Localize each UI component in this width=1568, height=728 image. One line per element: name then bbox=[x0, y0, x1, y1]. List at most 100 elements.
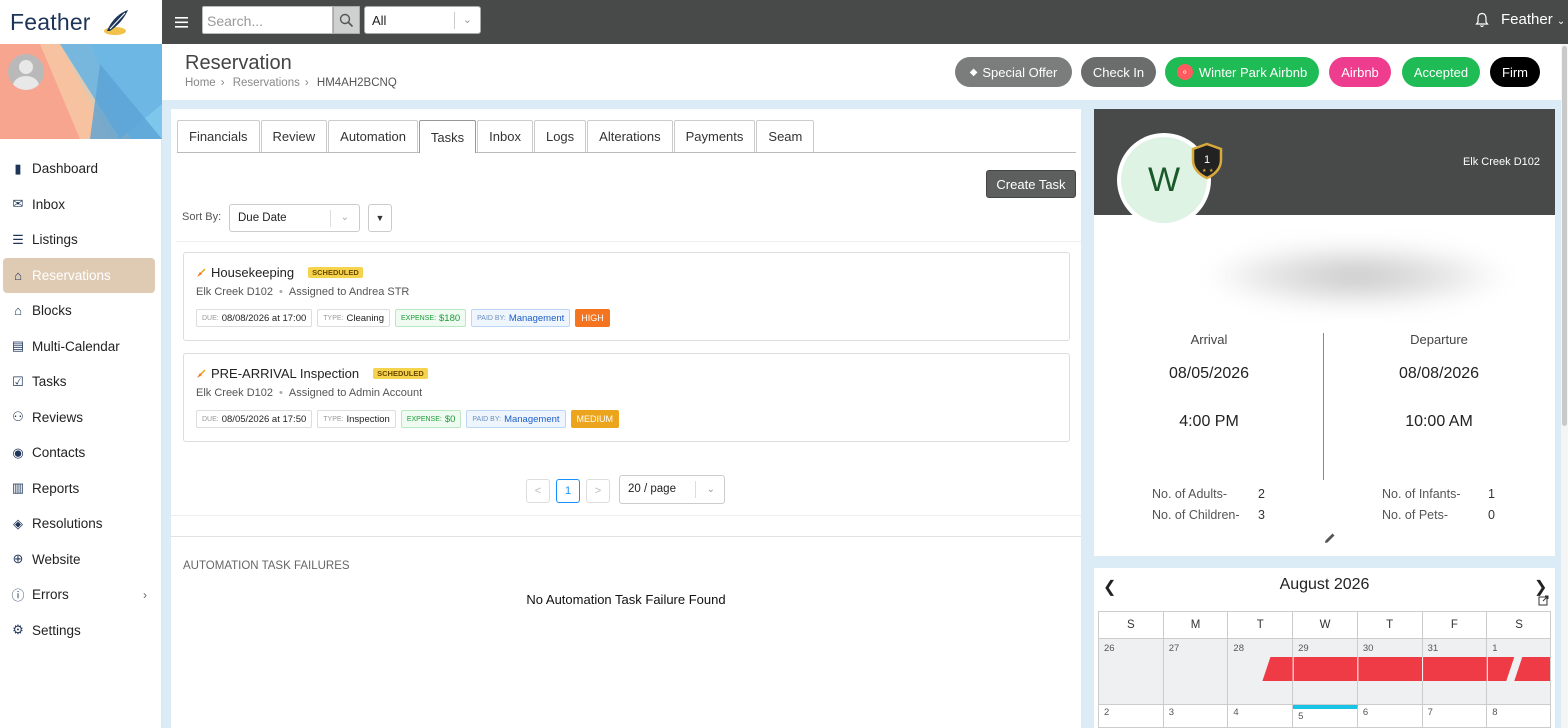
sort-direction-button[interactable]: ▼ bbox=[368, 204, 392, 232]
pagination-prev-button[interactable]: < bbox=[526, 479, 550, 503]
chevron-down-icon: ⌄ bbox=[340, 212, 349, 223]
sidebar-item-website[interactable]: ⊕ Website bbox=[0, 542, 161, 578]
tag-label: PAID BY: bbox=[472, 415, 502, 423]
sidebar-item-label: Multi-Calendar bbox=[32, 338, 120, 354]
hamburger-menu-icon[interactable] bbox=[174, 12, 190, 32]
calendar-month-title: August 2026 bbox=[1279, 576, 1370, 593]
calendar-weekday: T bbox=[1357, 612, 1423, 639]
pagination-page-1[interactable]: 1 bbox=[556, 479, 580, 503]
page-size-select[interactable]: 20 / page ⌄ bbox=[619, 475, 725, 504]
breadcrumb-home[interactable]: Home bbox=[185, 77, 216, 89]
globe-icon: ⊕ bbox=[12, 551, 24, 567]
calendar-day[interactable]: 7 bbox=[1422, 705, 1488, 727]
list-icon: ☰ bbox=[12, 231, 24, 247]
calendar-next-icon[interactable]: ❯ bbox=[1534, 577, 1547, 597]
task-tags: DUE: 08/08/2026 at 17:00 TYPE: Cleaning EXPE… bbox=[196, 309, 615, 327]
sidebar-item-dashboard[interactable]: ▮ Dashboard bbox=[0, 151, 161, 187]
task-type: Inspection bbox=[346, 413, 390, 425]
sidebar-item-label: Tasks bbox=[32, 374, 67, 390]
sidebar-item-label: Settings bbox=[32, 622, 81, 638]
sidebar-item-reviews[interactable]: ⚇ Reviews bbox=[0, 400, 161, 436]
create-task-button[interactable]: Create Task bbox=[986, 170, 1076, 198]
broom-icon bbox=[197, 268, 206, 277]
pagination-next-button[interactable]: > bbox=[586, 479, 610, 503]
sidebar-item-reports[interactable]: ▥ Reports bbox=[0, 471, 161, 507]
search-button[interactable] bbox=[333, 6, 360, 34]
tag-label: DUE: bbox=[202, 314, 219, 322]
departure-label: Departure bbox=[1410, 332, 1468, 347]
sidebar-item-contacts[interactable]: ◉ Contacts bbox=[0, 435, 161, 471]
sidebar-item-tasks[interactable]: ☑ Tasks bbox=[0, 364, 161, 400]
tab-automation[interactable]: Automation bbox=[328, 120, 418, 152]
search-filter-select[interactable]: All ⌄ bbox=[364, 6, 481, 34]
firm-badge-label: Firm bbox=[1502, 64, 1528, 80]
sidebar-item-settings[interactable]: ⚙ Settings bbox=[0, 613, 161, 649]
task-expense: $0 bbox=[444, 413, 456, 425]
tab-tasks[interactable]: Tasks bbox=[418, 120, 477, 153]
status-badge: Accepted bbox=[1402, 57, 1480, 87]
calendar-day[interactable]: 8 bbox=[1487, 705, 1550, 727]
calendar-day[interactable]: 2 bbox=[1099, 705, 1164, 727]
tab-logs[interactable]: Logs bbox=[533, 120, 587, 152]
arrival-time: 4:00 PM bbox=[1179, 413, 1239, 430]
divider bbox=[1323, 333, 1324, 480]
tab-payments[interactable]: Payments bbox=[673, 120, 756, 152]
task-card[interactable]: Housekeeping SCHEDULED Elk Creek D102 • Assi… bbox=[183, 252, 1070, 341]
tab-review[interactable]: Review bbox=[260, 120, 328, 152]
sidebar-item-listings[interactable]: ☰ Listings bbox=[0, 222, 161, 258]
page-scrollbar-thumb[interactable] bbox=[1562, 46, 1567, 426]
reservation-booking-bar[interactable] bbox=[1099, 657, 1551, 681]
sidebar-item-reservations[interactable]: ⌂ Reservations bbox=[3, 257, 155, 293]
task-expense-tag: EXPENSE: $180 bbox=[395, 309, 467, 327]
sidebar-item-blocks[interactable]: ⌂ Blocks bbox=[0, 293, 161, 329]
guest-badge-number: 1 bbox=[1204, 154, 1210, 166]
tab-alterations[interactable]: Alterations bbox=[587, 120, 673, 152]
tab-inbox[interactable]: Inbox bbox=[477, 120, 533, 152]
sidebar-item-resolutions[interactable]: ◈ Resolutions bbox=[0, 506, 161, 542]
automation-failures-title: AUTOMATION TASK FAILURES bbox=[183, 560, 350, 572]
special-offer-button[interactable]: ◆ Special Offer bbox=[955, 57, 1072, 87]
divider bbox=[171, 515, 1081, 516]
task-title-row: Housekeeping SCHEDULED bbox=[196, 265, 363, 280]
pencil-icon[interactable] bbox=[1323, 531, 1337, 545]
external-link-icon[interactable] bbox=[1538, 595, 1549, 606]
calendar-day-number: 6 bbox=[1362, 707, 1369, 718]
search-input[interactable]: Search... bbox=[202, 6, 333, 34]
avatar[interactable] bbox=[8, 54, 44, 90]
task-listing: Elk Creek D102 bbox=[196, 387, 274, 399]
user-menu[interactable]: Feather ⌄ bbox=[1501, 11, 1565, 28]
bell-icon[interactable] bbox=[1475, 12, 1489, 28]
sort-by-select[interactable]: Due Date ⌄ bbox=[229, 204, 360, 232]
task-type: Cleaning bbox=[346, 312, 385, 324]
task-card[interactable]: PRE-ARRIVAL Inspection SCHEDULED Elk Creek… bbox=[183, 353, 1070, 442]
logo-bar[interactable]: Feather bbox=[0, 0, 162, 44]
shield-badge-icon: 1 ★ ★ bbox=[1191, 142, 1223, 180]
calendar-day-number: 27 bbox=[1168, 643, 1180, 654]
feather-logo-icon bbox=[103, 10, 128, 35]
guest-name-redacted bbox=[1207, 243, 1507, 309]
breadcrumb-reservations[interactable]: Reservations bbox=[233, 77, 300, 89]
tab-financials[interactable]: Financials bbox=[177, 120, 260, 152]
sidebar-item-errors[interactable]: ⓘ Errors › bbox=[0, 577, 161, 613]
children-label: No. of Children- bbox=[1152, 508, 1240, 522]
task-title[interactable]: PRE-ARRIVAL Inspection bbox=[211, 366, 359, 381]
sidebar-item-multi-calendar[interactable]: ▤ Multi-Calendar bbox=[0, 329, 161, 365]
task-due-tag: DUE: 08/05/2026 at 17:50 bbox=[196, 410, 313, 428]
tag-label: EXPENSE: bbox=[406, 415, 442, 423]
task-paid-by: Management bbox=[504, 413, 560, 425]
task-paid-by-tag: PAID BY: Management bbox=[466, 410, 566, 428]
listing-badge[interactable]: ⚬ Winter Park Airbnb bbox=[1165, 57, 1319, 87]
calendar-day[interactable]: 5 bbox=[1293, 705, 1358, 727]
tag-label: PAID BY: bbox=[477, 314, 506, 322]
calendar-prev-icon[interactable]: ❮ bbox=[1103, 577, 1116, 597]
calendar-day[interactable]: 4 bbox=[1228, 705, 1294, 727]
check-in-button[interactable]: Check In bbox=[1081, 57, 1156, 87]
calendar-day[interactable]: 6 bbox=[1357, 705, 1423, 727]
calendar-day[interactable]: 3 bbox=[1163, 705, 1229, 727]
chevron-down-icon: ⌄ bbox=[706, 484, 715, 495]
sidebar-item-label: Resolutions bbox=[32, 516, 103, 532]
sidebar-item-inbox[interactable]: ✉ Inbox bbox=[0, 187, 161, 223]
tab-seam[interactable]: Seam bbox=[756, 120, 815, 152]
task-assignee: Assigned to Admin Account bbox=[288, 387, 423, 399]
task-title[interactable]: Housekeeping bbox=[211, 265, 294, 280]
